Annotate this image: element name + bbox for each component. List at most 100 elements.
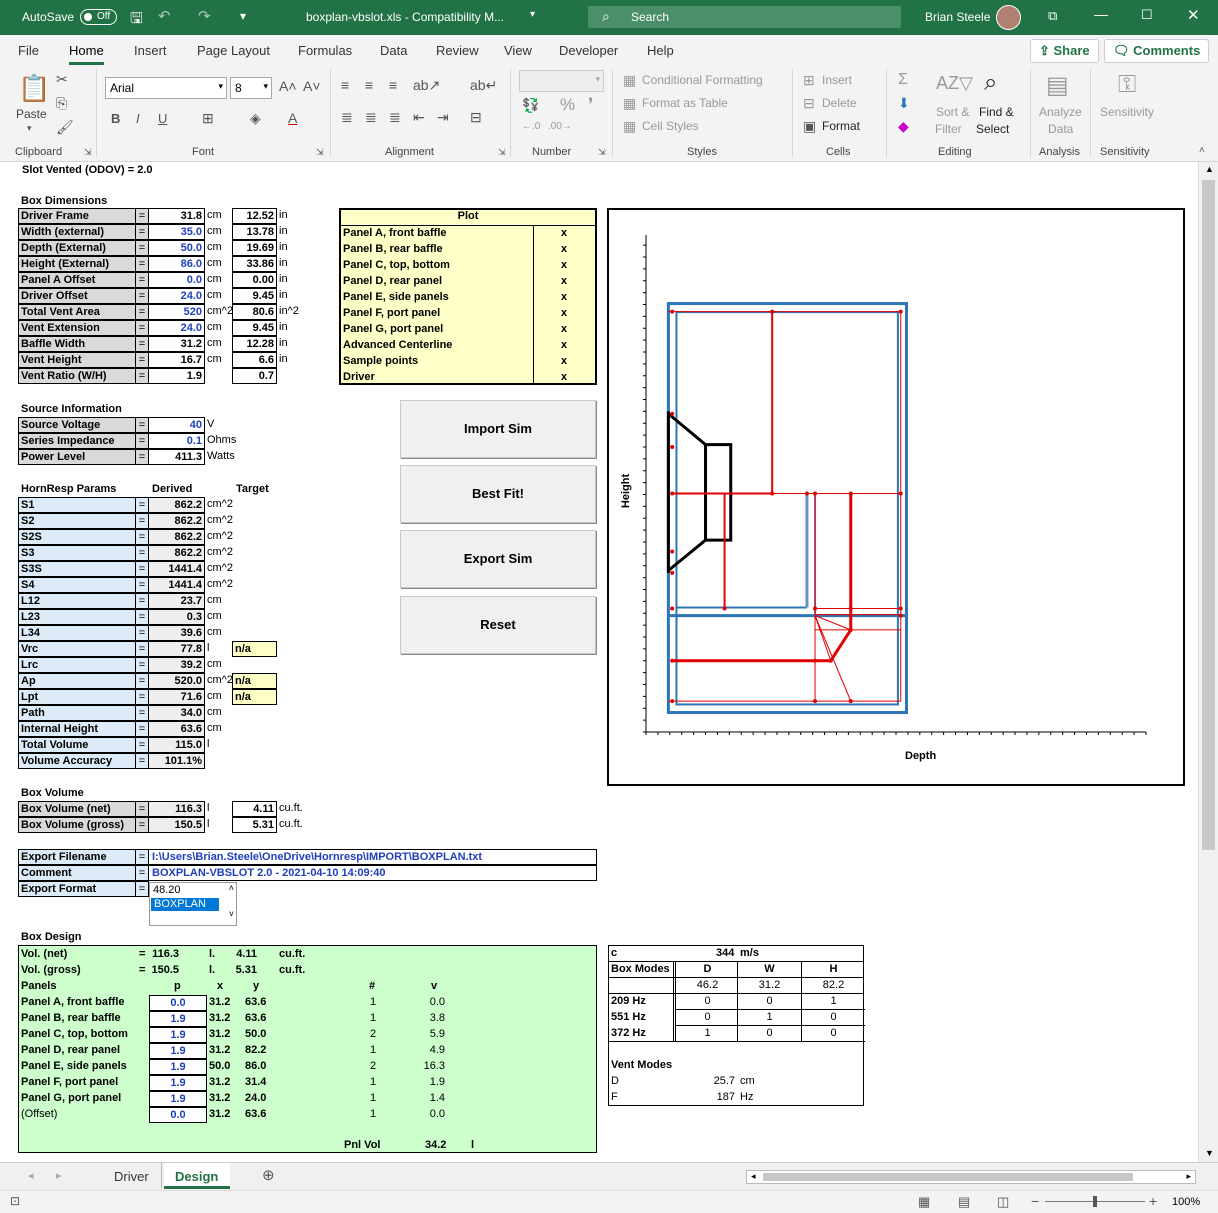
dimension-value[interactable]: 24.0 [148, 288, 205, 304]
borders-icon[interactable]: ⊞ [202, 110, 214, 127]
insert-cells-button[interactable]: Insert [822, 73, 852, 87]
orientation-icon[interactable]: ab↗ [413, 77, 440, 94]
zoom-out-icon[interactable]: − [1031, 1193, 1039, 1209]
macro-record-icon[interactable]: ⊡ [10, 1194, 20, 1208]
font-size-select[interactable]: 8 ▾ [230, 77, 272, 99]
tab-insert[interactable]: Insert [134, 43, 167, 58]
paste-icon[interactable]: 📋 [18, 73, 50, 104]
plot-option-toggle[interactable]: x [561, 242, 567, 258]
italic-icon[interactable]: I [136, 111, 140, 126]
delete-cells-button[interactable]: Delete [822, 96, 857, 110]
scroll-down-icon[interactable]: ▼ [1205, 1148, 1214, 1158]
design-panel-p[interactable]: 1.9 [149, 1059, 207, 1075]
dimension-value[interactable]: 50.0 [148, 240, 205, 256]
dimension-value[interactable]: 35.0 [148, 224, 205, 240]
zoom-level[interactable]: 100% [1172, 1196, 1200, 1208]
design-panel-p[interactable]: 1.9 [149, 1027, 207, 1043]
avatar[interactable] [996, 5, 1021, 30]
font-name-select[interactable]: Arial ▾ [105, 77, 227, 99]
autosum-icon[interactable]: Σ [898, 71, 908, 89]
plot-option-toggle[interactable]: x [561, 306, 567, 322]
param-target[interactable]: n/a [232, 641, 277, 657]
align-center-icon[interactable]: ≣ [365, 109, 377, 126]
autosave-toggle[interactable]: Off [80, 9, 117, 25]
search-box[interactable]: ⌕ Search [588, 6, 901, 28]
increase-font-icon[interactable]: A˄ [279, 78, 297, 94]
increase-decimal-icon[interactable]: ←.0 [522, 121, 540, 132]
plot-option-toggle[interactable]: x [561, 274, 567, 290]
design-panel-p[interactable]: 0.0 [149, 1107, 207, 1123]
font-launcher-icon[interactable]: ⇲ [316, 147, 324, 158]
percent-icon[interactable]: % [560, 95, 575, 115]
sort-filter-label-2[interactable]: Filter [935, 122, 962, 136]
close-icon[interactable]: ✕ [1187, 6, 1200, 24]
import-sim-button[interactable]: Import Sim [400, 400, 596, 458]
clear-icon[interactable]: ◆ [898, 118, 909, 135]
align-middle-icon[interactable]: ≡ [365, 77, 373, 93]
param-target[interactable]: n/a [232, 673, 277, 689]
sheet-tab-design[interactable]: Design [164, 1163, 230, 1189]
increase-indent-icon[interactable]: ⇥ [437, 109, 449, 126]
design-panel-p[interactable]: 1.9 [149, 1011, 207, 1027]
param-target[interactable]: n/a [232, 689, 277, 705]
source-value[interactable]: 0.1 [148, 433, 205, 449]
fill-color-icon[interactable]: ◈ [250, 110, 261, 127]
scroll-up-icon[interactable]: ▲ [1205, 164, 1214, 174]
accounting-icon[interactable]: 💱 [522, 97, 539, 114]
sort-filter-label-1[interactable]: Sort & [936, 105, 969, 119]
tab-developer[interactable]: Developer [559, 43, 618, 58]
analyze-label-1[interactable]: Analyze [1039, 105, 1082, 119]
tab-scroll-left-icon[interactable]: ◂ [28, 1169, 34, 1182]
dimension-value[interactable]: 86.0 [148, 256, 205, 272]
number-format-select[interactable]: ▾ [519, 70, 604, 92]
page-layout-view-icon[interactable]: ▤ [958, 1194, 970, 1210]
design-panel-p[interactable]: 1.9 [149, 1091, 207, 1107]
analyze-label-2[interactable]: Data [1048, 122, 1073, 136]
scroll-right-icon[interactable]: ▸ [1186, 1171, 1191, 1182]
number-launcher-icon[interactable]: ⇲ [598, 147, 606, 158]
tab-scroll-right-icon[interactable]: ▸ [56, 1169, 62, 1182]
tab-data[interactable]: Data [380, 43, 407, 58]
decrease-decimal-icon[interactable]: .00→ [548, 121, 572, 132]
clipboard-launcher-icon[interactable]: ⇲ [84, 147, 92, 158]
listbox-option[interactable]: 48.20 [153, 884, 181, 896]
design-panel-p[interactable]: 0.0 [149, 995, 207, 1011]
export-filename-field[interactable]: I:\Users\Brian.Steele\OneDrive\Hornresp\… [148, 849, 597, 865]
sensitivity-button[interactable]: Sensitivity [1100, 105, 1154, 119]
tab-file[interactable]: File [18, 43, 39, 58]
plot-option-toggle[interactable]: x [561, 226, 567, 242]
ribbon-display-icon[interactable]: ⧉ [1048, 8, 1057, 24]
normal-view-icon[interactable]: ▦ [918, 1194, 930, 1210]
tab-help[interactable]: Help [647, 43, 674, 58]
tab-page-layout[interactable]: Page Layout [197, 43, 270, 58]
cut-icon[interactable]: ✂ [56, 71, 68, 88]
customize-qat-icon[interactable]: ▾ [240, 9, 246, 23]
worksheet[interactable]: Slot Vented (ODOV) = 2.0 Box Dimensions … [0, 162, 1198, 1162]
horizontal-scrollbar[interactable]: ◂ ▸ [746, 1170, 1196, 1184]
merge-center-icon[interactable]: ⊟ [470, 109, 482, 126]
plot-option-toggle[interactable]: x [561, 354, 567, 370]
dimension-value[interactable]: 0.0 [148, 272, 205, 288]
comment-field[interactable]: BOXPLAN-VBSLOT 2.0 - 2021-04-10 14:09:40 [148, 865, 597, 881]
format-as-table-button[interactable]: Format as Table [642, 96, 728, 110]
reset-button[interactable]: Reset [400, 596, 596, 654]
tab-review[interactable]: Review [436, 43, 479, 58]
tab-formulas[interactable]: Formulas [298, 43, 352, 58]
add-sheet-icon[interactable]: ⊕ [262, 1166, 275, 1184]
plot-option-toggle[interactable]: x [561, 322, 567, 338]
redo-icon[interactable]: ↷ [198, 7, 211, 25]
scroll-down-icon[interactable]: ˅ [229, 909, 234, 919]
conditional-formatting-button[interactable]: Conditional Formatting [642, 73, 763, 87]
undo-icon[interactable]: ↶ [158, 7, 171, 25]
comma-icon[interactable]: ❜ [588, 95, 593, 115]
zoom-in-icon[interactable]: + [1149, 1193, 1157, 1209]
plot-option-toggle[interactable]: x [561, 338, 567, 354]
best-fit-button[interactable]: Best Fit! [400, 465, 596, 523]
share-button[interactable]: ⇪ Share [1030, 39, 1099, 63]
format-cells-button[interactable]: Format [822, 119, 860, 133]
wrap-text-icon[interactable]: ab↵ [470, 77, 497, 94]
dimension-value[interactable]: 24.0 [148, 320, 205, 336]
plot-option-toggle[interactable]: x [561, 258, 567, 274]
align-top-icon[interactable]: ≡ [341, 77, 349, 93]
fill-icon[interactable]: ⬇ [898, 95, 910, 112]
